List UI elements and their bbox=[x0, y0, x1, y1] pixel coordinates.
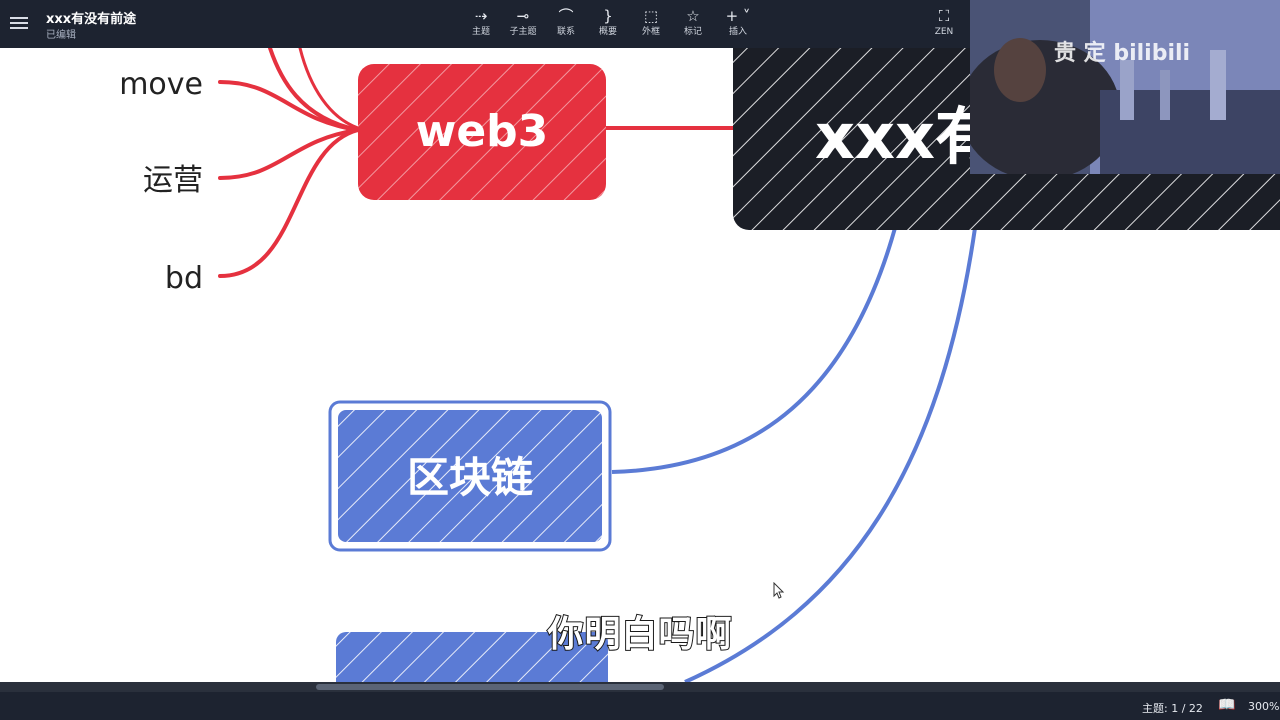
subtopic-operations[interactable]: 运营 bbox=[143, 163, 203, 198]
hamburger-menu-icon[interactable] bbox=[10, 14, 28, 32]
relationship-icon: ⌒ bbox=[558, 7, 574, 25]
subtopic-bd[interactable]: bd bbox=[165, 261, 203, 296]
zen-mode-button[interactable]: ⛶ ZEN bbox=[924, 6, 964, 42]
document-title[interactable]: xxx有没有前途 bbox=[46, 8, 136, 27]
web3-subtopic-labels: move 运营 bd bbox=[119, 67, 203, 296]
topic-icon: ⇢ bbox=[474, 7, 488, 25]
topic-web3[interactable]: web3 bbox=[358, 64, 606, 200]
insert-button[interactable]: + ˅ 插入 bbox=[718, 6, 758, 42]
video-subtitle: 你明白吗啊 bbox=[546, 613, 733, 656]
subtopic-move[interactable]: move bbox=[119, 67, 203, 102]
topic-count: 主题: 1 / 22 bbox=[1142, 702, 1203, 715]
marker-star-icon: ☆ bbox=[686, 7, 700, 25]
summary-button[interactable]: } 概要 bbox=[588, 6, 628, 42]
topic-button[interactable]: ⇢ 主题 bbox=[461, 6, 501, 42]
bilibili-watermark: 贵 定 bilibili bbox=[1054, 40, 1190, 66]
web3-label: web3 bbox=[416, 106, 549, 157]
boundary-button[interactable]: ⬚ 外框 bbox=[631, 6, 671, 42]
boundary-icon: ⬚ bbox=[643, 7, 659, 25]
summary-icon: } bbox=[603, 7, 613, 25]
webcam-overlay: 贵 定 bilibili bbox=[970, 0, 1280, 174]
mouse-cursor-icon bbox=[773, 582, 785, 599]
horizontal-scrollbar[interactable] bbox=[0, 682, 1280, 692]
topic-blockchain[interactable]: 区块链 bbox=[328, 400, 612, 552]
relationship-button[interactable]: ⌒ 联系 bbox=[546, 6, 586, 42]
status-bar: 主题: 1 / 22 📖 300% bbox=[0, 692, 1280, 720]
subtopic-button[interactable]: ⊸ 子主题 bbox=[503, 6, 543, 42]
insert-plus-icon: + ˅ bbox=[725, 7, 751, 25]
fullscreen-icon: ⛶ bbox=[938, 7, 950, 25]
subtopic-icon: ⊸ bbox=[516, 7, 530, 25]
zoom-level[interactable]: 300% bbox=[1248, 700, 1279, 713]
outline-book-icon[interactable]: 📖 bbox=[1218, 697, 1235, 713]
edit-status: 已编辑 bbox=[46, 30, 76, 41]
scrollbar-thumb[interactable] bbox=[316, 684, 664, 690]
marker-button[interactable]: ☆ 标记 bbox=[673, 6, 713, 42]
blockchain-label: 区块链 bbox=[407, 453, 533, 502]
webcam-image: 贵 定 bilibili bbox=[970, 0, 1280, 174]
